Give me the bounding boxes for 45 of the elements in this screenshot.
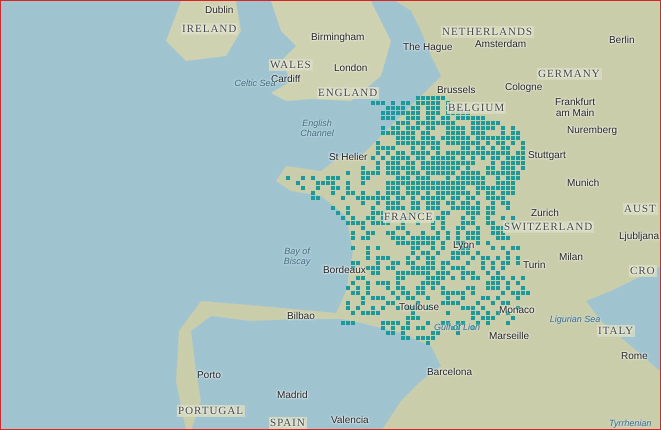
place-label: Dublin [205, 5, 234, 16]
place-label: English Channel [299, 119, 335, 139]
place-label: Brussels [437, 85, 476, 96]
place-label: Bilbao [287, 311, 315, 322]
place-label: CRO [629, 265, 657, 278]
place-label: Porto [197, 370, 221, 381]
place-label: Toulouse [399, 302, 440, 313]
place-label: SWITZERLAND [503, 221, 594, 234]
place-label: SPAIN [269, 417, 307, 429]
place-label: Tyrrhenian [609, 419, 652, 429]
place-label: Bay of Biscay [282, 247, 312, 267]
place-label: Frankfurt am Main [554, 97, 596, 119]
place-label: ENGLAND [317, 87, 380, 100]
place-label: BELGIUM [447, 102, 506, 114]
place-label: Lyon [453, 240, 474, 251]
place-label: Madrid [277, 390, 308, 401]
place-label: Amsterdam [475, 39, 526, 50]
place-label: FRANCE [383, 211, 434, 224]
place-label: Nuremberg [567, 125, 618, 136]
place-label: Berlin [609, 35, 635, 46]
place-label: London [334, 63, 368, 74]
place-label: Stuttgart [528, 150, 566, 161]
place-label: GERMANY [537, 68, 602, 80]
place-label: Milan [559, 252, 583, 263]
place-label: PORTUGAL [177, 405, 246, 418]
place-label: Birmingham [311, 32, 364, 43]
place-label: ITALY [597, 325, 636, 338]
place-label: Valencia [331, 415, 369, 426]
place-label: Bordeaux [323, 265, 366, 276]
place-label: AUST [623, 203, 658, 216]
place-label: The Hague [403, 42, 452, 53]
place-label: Ligurian Sea [549, 315, 601, 325]
place-label: Monaco [499, 305, 535, 316]
place-label: NETHERLANDS [441, 26, 534, 38]
place-label: Rome [621, 351, 648, 362]
place-label: Zurich [531, 208, 559, 219]
place-label: IRELAND [181, 23, 238, 36]
place-label: St Helier [329, 152, 368, 163]
place-label: Turin [523, 260, 546, 271]
place-label: Barcelona [427, 367, 472, 378]
place-label: Ljubljana [619, 231, 660, 242]
place-label: Munich [567, 178, 600, 189]
place-label: WALES [269, 59, 313, 72]
place-label: Cologne [505, 82, 542, 93]
place-label: Marseille [489, 331, 530, 342]
